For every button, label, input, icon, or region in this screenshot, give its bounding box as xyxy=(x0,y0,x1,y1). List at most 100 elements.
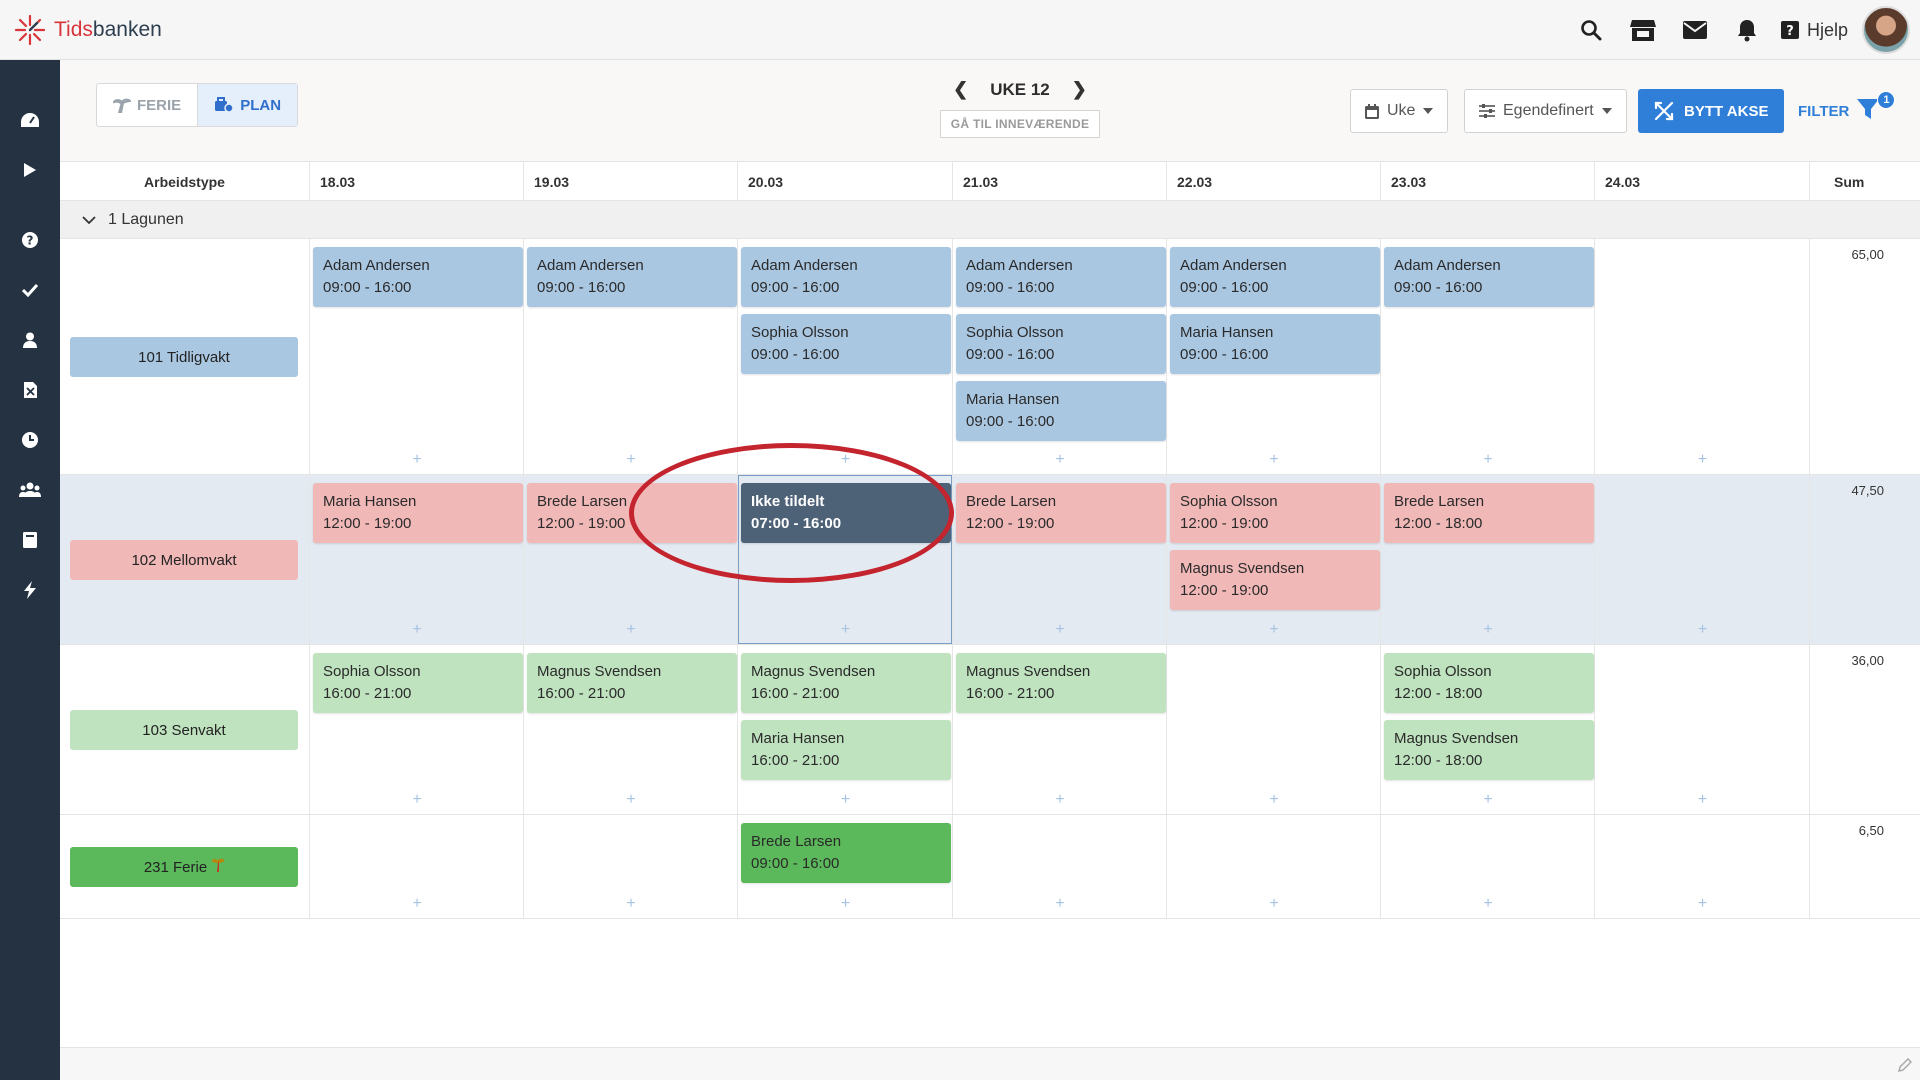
shift-card[interactable]: Brede Larsen 12:00 - 19:00 xyxy=(527,483,737,543)
add-shift-icon[interactable]: + xyxy=(1264,451,1284,469)
book-icon[interactable] xyxy=(0,520,60,560)
question-circle-icon[interactable]: ? xyxy=(0,220,60,260)
shift-card[interactable]: Sophia Olsson 09:00 - 16:00 xyxy=(741,314,951,374)
column-header-date[interactable]: 24.03 xyxy=(1595,162,1810,202)
shift-card[interactable]: Maria Hansen 16:00 - 21:00 xyxy=(741,720,951,780)
shift-employee-name: Adam Andersen xyxy=(751,257,858,274)
add-shift-icon[interactable]: + xyxy=(1693,451,1713,469)
goto-current-week-button[interactable]: GÅ TIL INNEVÆRENDE xyxy=(939,110,1101,138)
shift-card[interactable]: Brede Larsen 09:00 - 16:00 xyxy=(741,823,951,883)
bell-icon[interactable] xyxy=(1721,0,1773,60)
shift-card[interactable]: Magnus Svendsen 16:00 - 21:00 xyxy=(741,653,951,713)
view-select[interactable]: Uke xyxy=(1350,89,1449,133)
add-shift-icon[interactable]: + xyxy=(1050,895,1070,913)
add-shift-icon[interactable]: + xyxy=(1478,451,1498,469)
worktype-label[interactable]: 103 Senvakt xyxy=(70,710,298,750)
check-icon[interactable] xyxy=(0,270,60,310)
plan-mode-button[interactable]: PLAN xyxy=(197,84,298,126)
shift-card[interactable]: Adam Andersen 09:00 - 16:00 xyxy=(313,247,523,307)
add-shift-icon[interactable]: + xyxy=(407,451,427,469)
shift-card[interactable]: Brede Larsen 12:00 - 18:00 xyxy=(1384,483,1594,543)
play-icon[interactable] xyxy=(0,150,60,190)
next-week-icon[interactable]: ❯ xyxy=(1072,79,1087,100)
shift-card[interactable]: Maria Hansen 09:00 - 16:00 xyxy=(1170,314,1380,374)
add-shift-icon[interactable]: + xyxy=(1050,621,1070,639)
shift-card[interactable]: Adam Andersen 09:00 - 16:00 xyxy=(527,247,737,307)
shift-card[interactable]: Magnus Svendsen 12:00 - 18:00 xyxy=(1384,720,1594,780)
group-row[interactable]: 1 Lagunen xyxy=(60,201,1920,239)
top-bar: Tidsbanken ? Hjelp xyxy=(0,0,1920,60)
custom-select-value: Egendefinert xyxy=(1503,102,1594,119)
worktype-label[interactable]: 231 Ferie xyxy=(70,847,298,887)
user-icon[interactable] xyxy=(0,320,60,360)
add-shift-icon[interactable]: + xyxy=(836,895,856,913)
caret-down-icon xyxy=(1601,108,1612,114)
add-shift-icon[interactable]: + xyxy=(1693,791,1713,809)
shift-card[interactable]: Maria Hansen 09:00 - 16:00 xyxy=(956,381,1166,441)
column-header-date[interactable]: 22.03 xyxy=(1167,162,1381,202)
column-header-date[interactable]: 23.03 xyxy=(1381,162,1595,202)
shift-card[interactable]: Magnus Svendsen 16:00 - 21:00 xyxy=(956,653,1166,713)
mail-icon[interactable] xyxy=(1669,0,1721,60)
users-icon[interactable] xyxy=(0,470,60,510)
add-shift-icon[interactable]: + xyxy=(621,791,641,809)
add-shift-icon[interactable]: + xyxy=(1478,621,1498,639)
shift-card[interactable]: Adam Andersen 09:00 - 16:00 xyxy=(956,247,1166,307)
add-shift-icon[interactable]: + xyxy=(1050,451,1070,469)
add-shift-icon[interactable]: + xyxy=(836,621,856,639)
filter-button[interactable]: FILTER 1 xyxy=(1798,91,1896,129)
search-icon[interactable] xyxy=(1565,0,1617,60)
add-shift-icon[interactable]: + xyxy=(836,451,856,469)
add-shift-icon[interactable]: + xyxy=(1264,621,1284,639)
add-shift-icon[interactable]: + xyxy=(1264,791,1284,809)
add-shift-icon[interactable]: + xyxy=(1478,895,1498,913)
shift-card[interactable]: Magnus Svendsen 16:00 - 21:00 xyxy=(527,653,737,713)
avatar[interactable] xyxy=(1862,6,1910,54)
app-name: Tidsbanken xyxy=(54,17,162,41)
column-header-date[interactable]: 20.03 xyxy=(738,162,953,202)
shift-card[interactable]: Maria Hansen 12:00 - 19:00 xyxy=(313,483,523,543)
shift-card[interactable]: Brede Larsen 12:00 - 19:00 xyxy=(956,483,1166,543)
add-shift-icon[interactable]: + xyxy=(621,451,641,469)
shift-card[interactable]: Sophia Olsson 16:00 - 21:00 xyxy=(313,653,523,713)
worktype-label[interactable]: 102 Mellomvakt xyxy=(70,540,298,580)
bolt-icon[interactable] xyxy=(0,570,60,610)
dashboard-icon[interactable] xyxy=(0,100,60,140)
add-shift-icon[interactable]: + xyxy=(1478,791,1498,809)
add-shift-icon[interactable]: + xyxy=(1693,621,1713,639)
shift-employee-name: Sophia Olsson xyxy=(751,324,849,341)
shift-card[interactable]: Magnus Svendsen 12:00 - 19:00 xyxy=(1170,550,1380,610)
shift-card[interactable]: Ikke tildelt 07:00 - 16:00 xyxy=(741,483,951,543)
previous-week-icon[interactable]: ❮ xyxy=(953,79,968,100)
add-shift-icon[interactable]: + xyxy=(621,621,641,639)
custom-select[interactable]: Egendefinert xyxy=(1464,89,1627,133)
help-button[interactable]: ? Hjelp xyxy=(1780,20,1848,41)
shift-time: 09:00 - 16:00 xyxy=(1180,346,1269,363)
swap-axis-button[interactable]: BYTT AKSE xyxy=(1638,89,1785,133)
add-shift-icon[interactable]: + xyxy=(1264,895,1284,913)
shift-card[interactable]: Adam Andersen 09:00 - 16:00 xyxy=(1384,247,1594,307)
shift-card[interactable]: Adam Andersen 09:00 - 16:00 xyxy=(1170,247,1380,307)
clock-icon[interactable] xyxy=(0,420,60,460)
add-shift-icon[interactable]: + xyxy=(1050,791,1070,809)
add-shift-icon[interactable]: + xyxy=(407,621,427,639)
add-shift-icon[interactable]: + xyxy=(836,791,856,809)
add-shift-icon[interactable]: + xyxy=(1693,895,1713,913)
shift-time: 16:00 - 21:00 xyxy=(751,685,840,702)
column-header-date[interactable]: 19.03 xyxy=(524,162,738,202)
shift-card[interactable]: Sophia Olsson 12:00 - 19:00 xyxy=(1170,483,1380,543)
ferie-mode-button[interactable]: FERIE xyxy=(97,84,197,126)
shift-card[interactable]: Sophia Olsson 09:00 - 16:00 xyxy=(956,314,1166,374)
add-shift-icon[interactable]: + xyxy=(407,791,427,809)
shift-card[interactable]: Sophia Olsson 12:00 - 18:00 xyxy=(1384,653,1594,713)
edit-icon[interactable] xyxy=(1898,1058,1912,1072)
app-logo[interactable]: Tidsbanken xyxy=(14,14,162,46)
add-shift-icon[interactable]: + xyxy=(621,895,641,913)
add-shift-icon[interactable]: + xyxy=(407,895,427,913)
excel-file-icon[interactable] xyxy=(0,370,60,410)
store-icon[interactable] xyxy=(1617,0,1669,60)
worktype-label[interactable]: 101 Tidligvakt xyxy=(70,337,298,377)
shift-card[interactable]: Adam Andersen 09:00 - 16:00 xyxy=(741,247,951,307)
column-header-date[interactable]: 18.03 xyxy=(310,162,524,202)
column-header-date[interactable]: 21.03 xyxy=(953,162,1167,202)
